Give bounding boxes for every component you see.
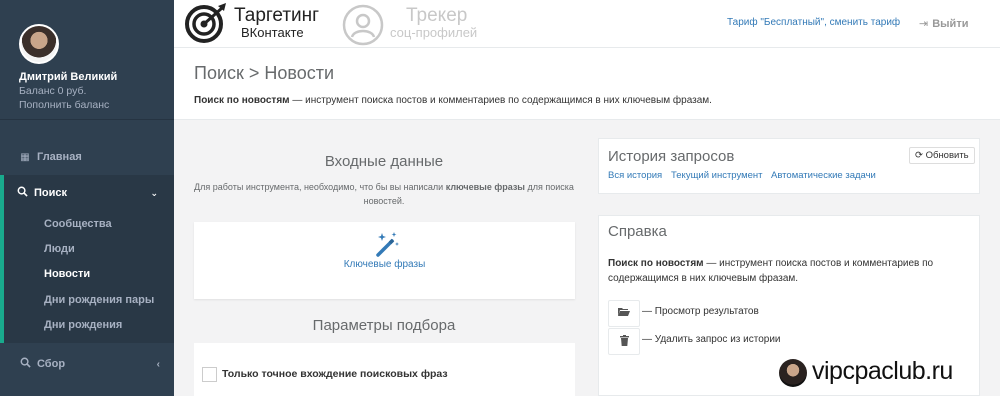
page-description: Поиск по новостям — инструмент поиска по… xyxy=(194,95,712,106)
sidebar-item-news[interactable]: Новости xyxy=(44,268,90,280)
grid-icon: ▦ xyxy=(20,151,30,163)
sidebar-item-label: Главная xyxy=(37,151,82,163)
topup-link[interactable]: Пополнить баланс xyxy=(19,99,109,111)
tracker-title[interactable]: Трекер xyxy=(406,5,467,27)
sidebar-item-communities[interactable]: Сообщества xyxy=(44,218,112,230)
view-results-button[interactable] xyxy=(608,300,640,327)
chevron-down-icon: ⌄ xyxy=(150,187,158,198)
trash-icon xyxy=(619,334,629,349)
target-logo-icon[interactable] xyxy=(180,2,236,46)
profile-tracker-icon[interactable] xyxy=(342,4,384,46)
chevron-left-icon: ‹ xyxy=(156,358,160,370)
sidebar-item-label: Поиск xyxy=(34,187,68,199)
keyword-phrases-button[interactable]: Ключевые фразы xyxy=(194,222,575,299)
history-panel: История запросов ⟳ Обновить Вся история … xyxy=(598,138,980,194)
help-title: Справка xyxy=(608,223,667,240)
history-title: История запросов xyxy=(608,148,735,165)
params-panel: Только точное вхождение поисковых фраз xyxy=(194,343,575,396)
top-bar: Таргетинг ВКонтакте Трекер соц-профилей … xyxy=(174,0,1000,48)
refresh-button[interactable]: ⟳ Обновить xyxy=(909,147,975,164)
sidebar-item-couple-birthdays[interactable]: Дни рождения пары xyxy=(44,294,154,306)
history-all-link[interactable]: Вся история xyxy=(608,170,662,181)
tracker-subtitle[interactable]: соц-профилей xyxy=(390,25,477,40)
user-balance: Баланс 0 руб. xyxy=(19,85,87,97)
brand-subtitle[interactable]: ВКонтакте xyxy=(241,25,304,40)
history-auto-tasks-link[interactable]: Автоматические задачи xyxy=(771,170,876,181)
sidebar-item-people[interactable]: Люди xyxy=(44,243,75,255)
magic-wand-icon xyxy=(376,232,399,257)
tariff-link[interactable]: Тариф "Бесплатный", сменить тариф xyxy=(727,17,900,28)
delete-request-text: — Удалить запрос из истории xyxy=(642,334,781,345)
sidebar-item-search[interactable]: Поиск ⌄ xyxy=(0,178,174,208)
page-title: Поиск > Новости xyxy=(194,63,335,83)
view-results-text: — Просмотр результатов xyxy=(642,306,759,317)
watermark-text: vipcpaclub.ru xyxy=(812,357,953,385)
sidebar-item-birthdays[interactable]: Дни рождения xyxy=(44,319,122,331)
folder-open-icon xyxy=(618,307,630,320)
sidebar: Дмитрий Великий Баланс 0 руб. Пополнить … xyxy=(0,0,174,396)
sidebar-item-label: Сбор xyxy=(37,358,66,370)
keyword-phrases-label: Ключевые фразы xyxy=(343,259,426,270)
brand-title[interactable]: Таргетинг xyxy=(234,5,319,27)
refresh-icon: ⟳ xyxy=(915,150,923,161)
avatar[interactable] xyxy=(19,24,59,64)
delete-request-button[interactable] xyxy=(608,328,640,355)
page-heading: Поиск > Новости Поиск по новостям — инст… xyxy=(174,48,1000,120)
help-text: Поиск по новостям — инструмент поиска по… xyxy=(608,258,934,284)
logout-button[interactable]: ⇥ Выйти xyxy=(919,17,968,30)
params-section-title: Параметры подбора xyxy=(312,317,456,334)
sidebar-item-collect[interactable]: Сбор ‹ xyxy=(0,349,174,379)
exact-match-label[interactable]: Только точное вхождение поисковых фраз xyxy=(222,368,448,380)
input-note: Для работы инструмента, необходимо, что … xyxy=(194,182,574,206)
sidebar-item-home[interactable]: ▦ Главная xyxy=(0,142,174,172)
history-current-tool-link[interactable]: Текущий инструмент xyxy=(671,170,763,181)
search-icon xyxy=(19,357,31,371)
user-name[interactable]: Дмитрий Великий xyxy=(19,71,117,83)
input-section-title: Входные данные xyxy=(324,153,444,170)
watermark-avatar xyxy=(779,359,807,387)
profile-panel: Дмитрий Великий Баланс 0 руб. Пополнить … xyxy=(0,0,174,120)
search-icon xyxy=(16,186,28,200)
exact-match-checkbox[interactable] xyxy=(202,367,217,382)
sign-out-icon: ⇥ xyxy=(919,18,929,30)
